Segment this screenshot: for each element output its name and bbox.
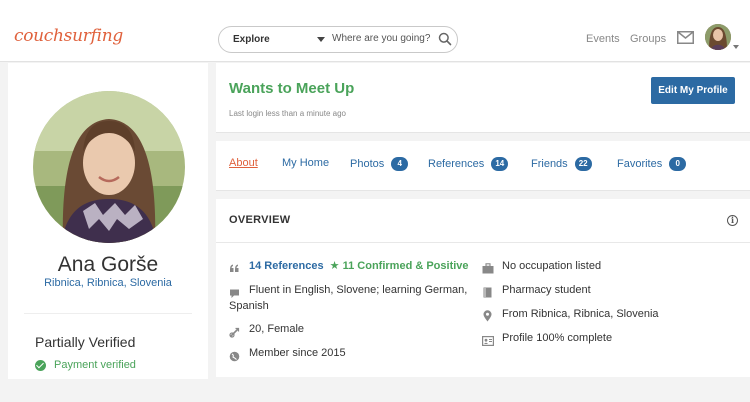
- count-badge: 0: [669, 157, 687, 171]
- tab-photos[interactable]: Photos 4: [350, 157, 409, 171]
- education-text: Pharmacy student: [502, 284, 591, 296]
- search-icon[interactable]: [438, 32, 452, 51]
- member-since-text: Member since 2015: [249, 347, 346, 359]
- events-link[interactable]: Events: [586, 33, 620, 45]
- tab-label: About: [229, 157, 258, 169]
- count-badge: 22: [574, 157, 592, 171]
- explore-dropdown[interactable]: Explore: [233, 34, 270, 45]
- profile-sidebar: Ana Gorše Ribnica, Ribnica, Slovenia Par…: [8, 63, 208, 379]
- hometown-text: From Ribnica, Ribnica, Slovenia: [502, 308, 659, 320]
- tab-label: References: [428, 158, 485, 170]
- age-gender-icon: [229, 325, 240, 338]
- meetup-status: Wants to Meet Up: [229, 80, 355, 97]
- briefcase-icon: [482, 261, 494, 274]
- quote-icon: [229, 261, 240, 272]
- last-login-text: Last login less than a minute ago: [229, 109, 346, 118]
- tab-my-home[interactable]: My Home: [282, 157, 329, 169]
- tab-label: Photos: [350, 158, 385, 170]
- info-icon[interactable]: i: [727, 215, 738, 226]
- overview-title: OVERVIEW: [229, 214, 291, 226]
- star-icon: ★: [329, 260, 340, 272]
- count-badge: 4: [391, 157, 409, 171]
- search-input[interactable]: [332, 33, 432, 44]
- chevron-down-icon[interactable]: [317, 37, 325, 42]
- confirmed-positive-text: 11 Confirmed & Positive: [342, 260, 469, 272]
- occupation-text: No occupation listed: [502, 260, 602, 272]
- verification-title: Partially Verified: [35, 334, 136, 350]
- top-nav: couchsurfing Explore Events Groups: [0, 0, 750, 62]
- payment-verified-label: Payment verified: [54, 359, 136, 371]
- groups-link[interactable]: Groups: [630, 33, 666, 45]
- references-link[interactable]: 14 References: [249, 260, 324, 272]
- search-bar: Explore: [218, 26, 458, 53]
- check-circle-icon: [35, 359, 46, 371]
- globe-icon: [229, 349, 240, 362]
- book-icon: [482, 285, 493, 298]
- edit-profile-button[interactable]: Edit My Profile: [651, 77, 735, 104]
- tab-favorites[interactable]: Favorites 0: [617, 157, 687, 171]
- avatar[interactable]: [705, 24, 731, 50]
- profile-location-link[interactable]: Ribnica, Ribnica, Slovenia: [8, 277, 208, 289]
- payment-verified-row: Payment verified: [35, 359, 136, 371]
- divider: [24, 313, 192, 314]
- languages-text: Fluent in English, Slovene; learning Ger…: [229, 284, 468, 312]
- tab-references[interactable]: References 14: [428, 157, 509, 171]
- profile-tabs: About My Home Photos 4 References 14 Fri…: [216, 141, 750, 191]
- tab-label: Friends: [531, 158, 568, 170]
- tab-label: Favorites: [617, 158, 663, 170]
- mail-icon[interactable]: [677, 31, 694, 49]
- age-gender-text: 20, Female: [249, 323, 305, 335]
- references-summary: 14 References ★ 11 Confirmed & Positive: [249, 258, 469, 274]
- profile-header: Wants to Meet Up Last login less than a …: [216, 63, 750, 133]
- id-card-icon: [482, 333, 495, 347]
- profile-complete-text: Profile 100% complete: [502, 332, 613, 344]
- tab-label: My Home: [282, 157, 330, 169]
- tab-friends[interactable]: Friends 22: [531, 157, 592, 171]
- couchsurfing-logo[interactable]: couchsurfing: [14, 26, 123, 46]
- location-pin-icon: [482, 309, 493, 322]
- count-badge: 14: [491, 157, 509, 171]
- profile-photo[interactable]: [33, 91, 185, 243]
- overview-section: OVERVIEW i 14 References ★ 11 Confirmed …: [216, 199, 750, 377]
- divider: [216, 242, 750, 243]
- tab-about[interactable]: About: [229, 157, 258, 169]
- chevron-down-icon[interactable]: [733, 45, 739, 49]
- profile-name: Ana Gorše: [57, 253, 159, 276]
